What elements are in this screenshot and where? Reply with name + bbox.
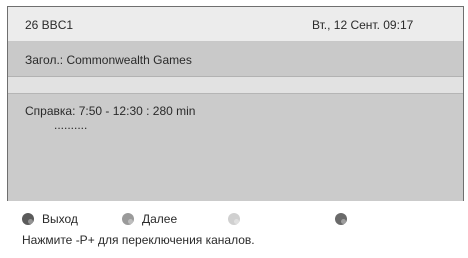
program-info-box: Справка: 7:50 - 12:30 : 280 min ........… [8, 93, 463, 201]
exit-button[interactable]: Выход [22, 210, 78, 228]
yellow-button[interactable] [228, 210, 240, 228]
next-button[interactable]: Далее [122, 210, 177, 228]
blue-button[interactable] [335, 210, 347, 228]
date-time: Вт., 12 Сент. 09:17 [312, 18, 414, 32]
next-label: Далее [142, 212, 178, 226]
info-line-2: .......... [54, 118, 88, 132]
epg-info-panel: 26 BBC1 Вт., 12 Сент. 09:17 Загол.: Comm… [7, 6, 464, 201]
red-button-icon [22, 213, 34, 225]
channel-switch-hint: Нажмите -P+ для переключения каналов. [22, 233, 255, 247]
channel-label: 26 BBC1 [25, 18, 74, 32]
footer: Выход Далее Нажмите -P+ для переключения… [22, 210, 452, 250]
green-button-icon [122, 213, 134, 225]
header-bar: 26 BBC1 Вт., 12 Сент. 09:17 [8, 7, 463, 42]
info-line-1: Справка: 7:50 - 12:30 : 280 min [25, 104, 196, 118]
yellow-button-icon [228, 213, 240, 225]
program-title-bar: Загол.: Commonwealth Games [8, 42, 463, 77]
exit-label: Выход [42, 212, 78, 226]
program-title: Загол.: Commonwealth Games [25, 53, 192, 67]
blue-button-icon [335, 213, 347, 225]
